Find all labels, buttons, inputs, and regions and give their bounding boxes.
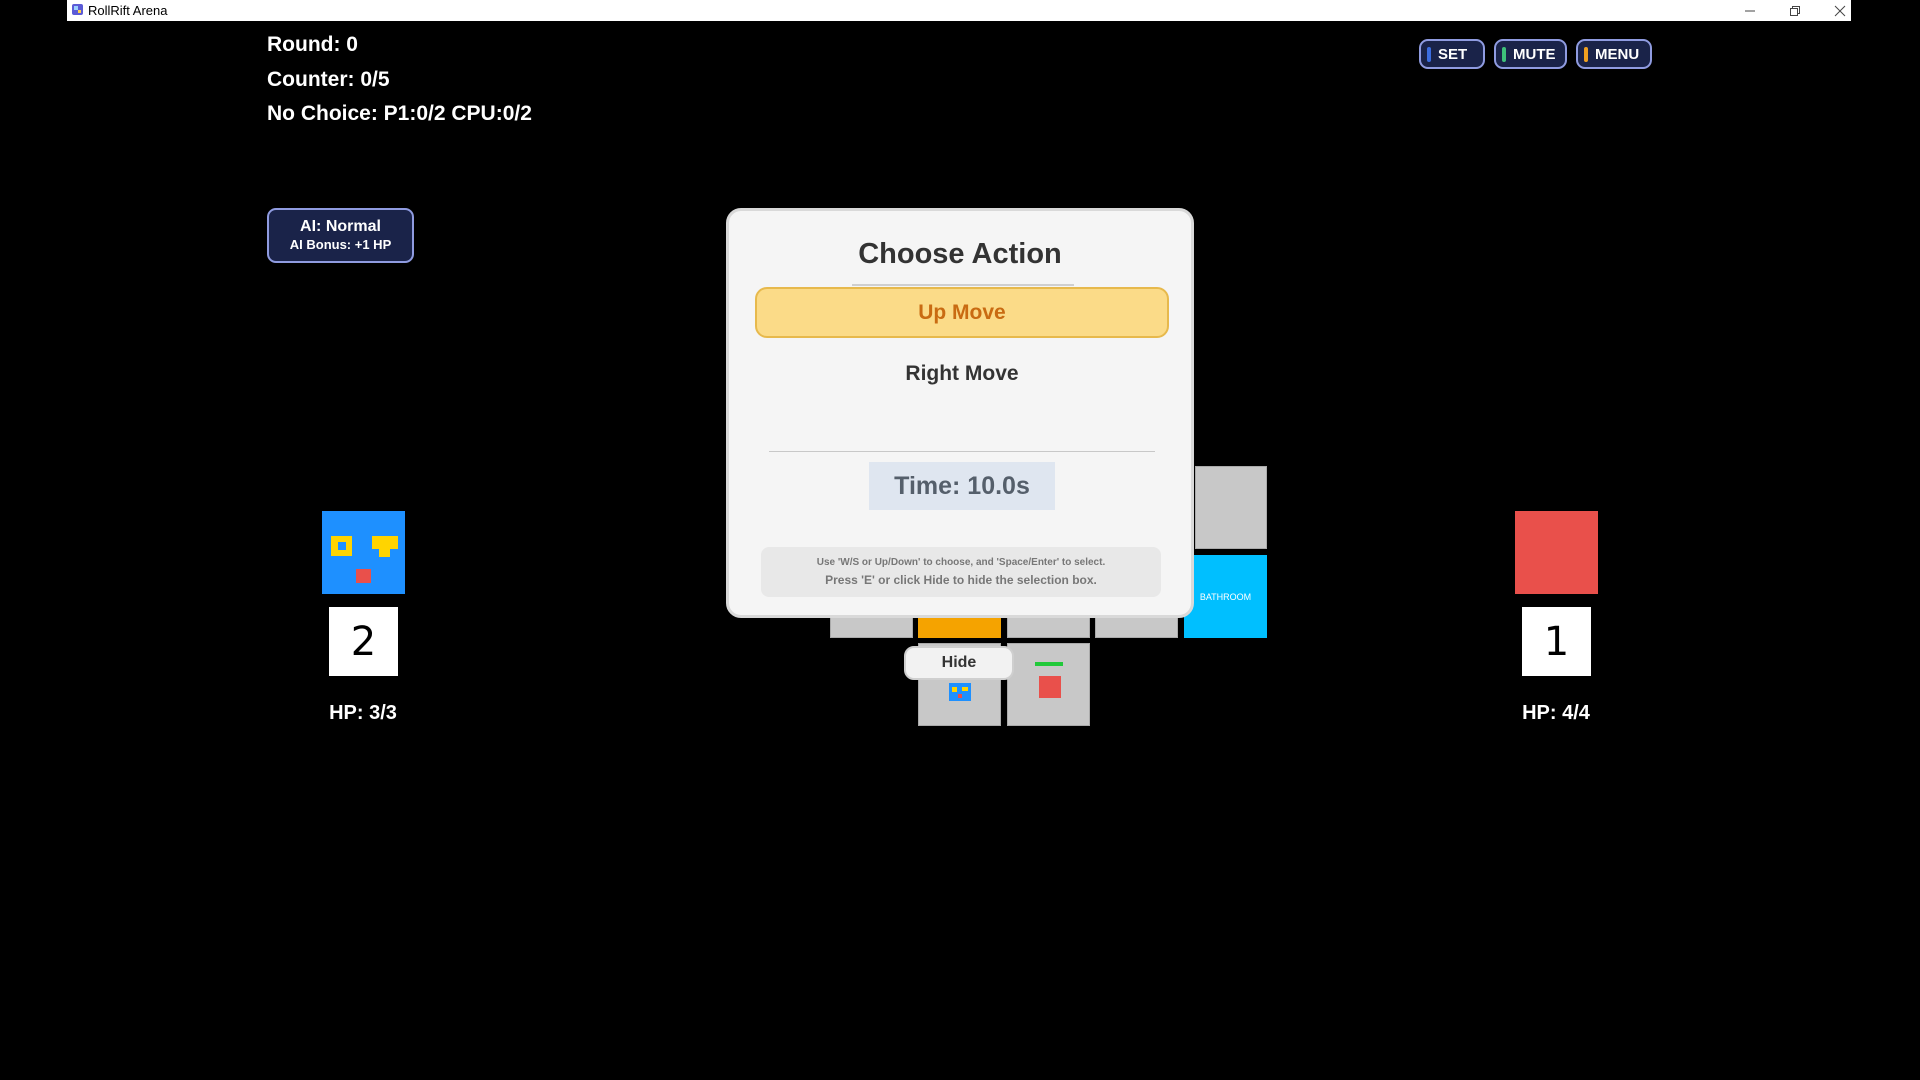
- restore-icon: [1790, 5, 1800, 16]
- title-underline: [852, 284, 1074, 286]
- counter-text: Counter: 0/5: [267, 68, 390, 91]
- menu-button[interactable]: MENU: [1576, 39, 1652, 69]
- player-dice-number: 2: [329, 607, 398, 676]
- choose-action-dialog: Choose Action Up Move Right Move Time: 1…: [726, 208, 1194, 618]
- round-text: Round: 0: [267, 33, 358, 56]
- player-hp: HP: 3/3: [329, 702, 397, 724]
- cpu-dice-number: 1: [1522, 607, 1591, 676]
- set-label: SET: [1438, 45, 1468, 63]
- dialog-divider: [769, 451, 1155, 452]
- mute-button[interactable]: MUTE: [1494, 39, 1567, 69]
- mute-accent-bar: [1502, 47, 1506, 62]
- close-icon: [1834, 5, 1846, 16]
- cpu-token-icon: [1039, 676, 1061, 698]
- timer-display: Time: 10.0s: [869, 462, 1055, 510]
- board-tile-bathroom: BATHROOM: [1184, 555, 1267, 638]
- controls-hint: Use 'W/S or Up/Down' to choose, and 'Spa…: [761, 547, 1161, 597]
- ai-difficulty-badge: AI: Normal AI Bonus: +1 HP: [267, 208, 414, 263]
- board-tile-cpu-position: [1007, 643, 1090, 726]
- player-token-icon: [949, 683, 971, 701]
- board-tile: [1195, 466, 1267, 549]
- minimize-icon: [1745, 10, 1755, 11]
- cpu-avatar: [1515, 511, 1598, 594]
- settings-button[interactable]: SET: [1419, 39, 1485, 69]
- dialog-title: Choose Action: [858, 238, 1062, 270]
- option-up-move[interactable]: Up Move: [755, 287, 1169, 338]
- ai-bonus-label: AI Bonus: +1 HP: [289, 237, 392, 252]
- cpu-hp: HP: 4/4: [1522, 702, 1590, 724]
- set-accent-bar: [1427, 47, 1431, 62]
- hint-line-2: Press 'E' or click Hide to hide the sele…: [825, 573, 1097, 587]
- ai-level-label: AI: Normal: [300, 218, 381, 235]
- hide-button[interactable]: Hide: [904, 646, 1014, 680]
- no-choice-text: No Choice: P1:0/2 CPU:0/2: [267, 102, 532, 125]
- app-icon: [72, 4, 83, 15]
- menu-label: MENU: [1595, 45, 1640, 63]
- close-button[interactable]: [1817, 0, 1863, 21]
- player-avatar: [322, 511, 405, 594]
- bathroom-label: BATHROOM: [1199, 591, 1252, 602]
- minimize-button[interactable]: [1727, 0, 1773, 21]
- restore-button[interactable]: [1772, 0, 1818, 21]
- menu-accent-bar: [1584, 47, 1588, 62]
- window-title: RollRift Arena: [88, 3, 168, 18]
- window-titlebar: RollRift Arena: [67, 0, 1851, 21]
- option-right-move[interactable]: Right Move: [755, 349, 1169, 399]
- cpu-token-health-bar: [1035, 662, 1063, 666]
- hint-line-1: Use 'W/S or Up/Down' to choose, and 'Spa…: [816, 557, 1106, 568]
- mute-label: MUTE: [1513, 45, 1556, 63]
